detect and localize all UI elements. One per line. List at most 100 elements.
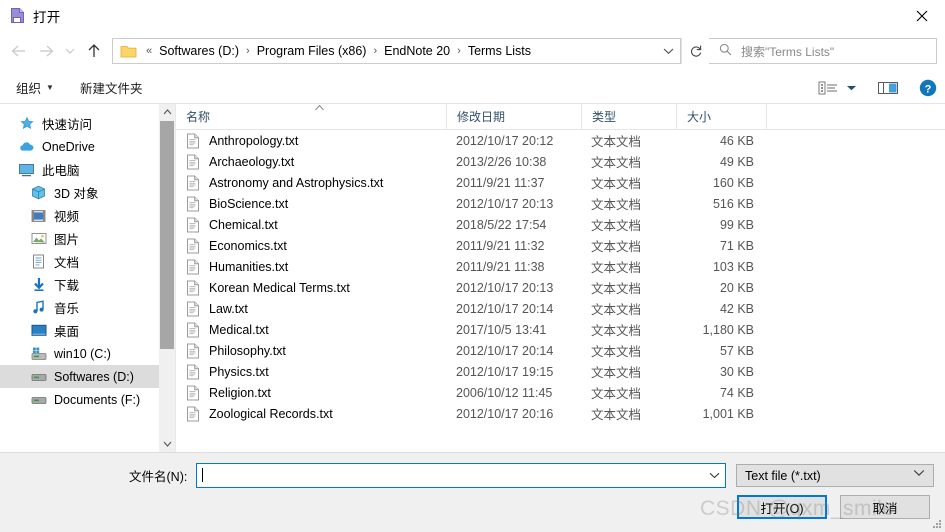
open-button[interactable]: 打开(O) [737,495,827,519]
preview-pane-icon[interactable] [877,80,899,96]
new-folder-button[interactable]: 新建文件夹 [74,78,149,97]
breadcrumb: Softwares (D:) › Program Files (x86) › E… [157,44,656,58]
view-options-icon[interactable] [818,80,840,96]
music-icon [30,300,47,316]
table-row[interactable]: Chemical.txt 2018/5/22 17:54 文本文档 99 KB [176,214,945,235]
sidebar-list: 快速访问 OneDrive 此电脑 3D 对象 视频 图片 文档 下载 音乐 桌… [0,104,175,411]
organize-menu-button[interactable]: 组织 ▼ [10,78,60,97]
file-type-cell: 文本文档 [591,366,642,380]
sidebar-item-onedrive[interactable]: OneDrive [0,135,175,158]
sidebar-item-label: 桌面 [54,325,80,339]
filename-label: 文件名(N): [129,469,188,484]
file-name-label: Law.txt [209,301,248,316]
sidebar-item-music[interactable]: 音乐 [0,296,175,319]
column-header-name[interactable]: 名称 [176,104,446,130]
file-name-label: Chemical.txt [209,217,278,232]
sidebar-scrollbar[interactable] [159,104,175,452]
breadcrumb-overflow[interactable]: « [141,45,157,57]
file-size-cell: 160 KB [712,175,754,190]
breadcrumb-separator[interactable]: › [241,45,255,57]
breadcrumb-separator[interactable]: › [452,45,466,57]
table-row[interactable]: Astronomy and Astrophysics.txt 2011/9/21 … [176,172,945,193]
sidebar-item-documents[interactable]: 文档 [0,250,175,273]
file-name-label: Zoological Records.txt [209,406,333,421]
table-row[interactable]: Economics.txt 2011/9/21 11:32 文本文档 71 KB [176,235,945,256]
up-button[interactable] [80,37,108,65]
pictures-icon [30,231,47,247]
file-name-cell: Medical.txt [176,322,446,338]
table-row[interactable]: Law.txt 2012/10/17 20:14 文本文档 42 KB [176,298,945,319]
file-type-cell: 文本文档 [591,324,642,338]
breadcrumb-separator[interactable]: › [368,45,382,57]
sidebar-item-win10-c[interactable]: win10 (C:) [0,342,175,365]
file-name-label: Humanities.txt [209,259,289,274]
sidebar-item-desktop[interactable]: 桌面 [0,319,175,342]
table-row[interactable]: Archaeology.txt 2013/2/26 10:38 文本文档 49 KB [176,151,945,172]
file-rows: Anthropology.txt 2012/10/17 20:12 文本文档 46 K… [176,130,945,424]
table-row[interactable]: Anthropology.txt 2012/10/17 20:12 文本文档 46 K… [176,130,945,151]
table-row[interactable]: Zoological Records.txt 2012/10/17 20:16 文本… [176,403,945,424]
sidebar-scrollbar-thumb[interactable] [160,121,174,349]
breadcrumb-item-2[interactable]: EndNote 20 [382,44,452,58]
sidebar-item-this-pc[interactable]: 此电脑 [0,158,175,181]
file-name-label: Economics.txt [209,238,287,253]
file-size-cell: 1,001 KB [702,406,754,421]
filename-dropdown-icon[interactable] [703,464,725,487]
file-list[interactable]: 名称 修改日期 类型 大小 Anthropology.txt 2012/10/17… [176,104,945,452]
forward-button[interactable] [32,37,60,65]
file-date-cell: 2012/10/17 20:13 [456,196,554,211]
table-row[interactable]: Korean Medical Terms.txt 2012/10/17 20:13… [176,277,945,298]
sidebar-item-label: 音乐 [54,302,80,316]
column-header-size[interactable]: 大小 [676,104,766,130]
sidebar-item-3d-objects[interactable]: 3D 对象 [0,181,175,204]
sidebar-item-videos[interactable]: 视频 [0,204,175,227]
sidebar-scrollbar-track[interactable] [159,120,175,436]
view-options-caret-icon[interactable] [846,84,857,92]
drive-icon [30,369,47,385]
breadcrumb-item-0[interactable]: Softwares (D:) [157,44,241,58]
search-box[interactable]: 搜索"Terms Lists" [709,38,937,64]
sidebar-item-downloads[interactable]: 下载 [0,273,175,296]
filename-input[interactable] [196,462,726,488]
breadcrumb-item-1[interactable]: Program Files (x86) [255,44,369,58]
table-row[interactable]: Religion.txt 2006/10/12 11:45 文本文档 74 KB [176,382,945,403]
sidebar-item-softwares-d[interactable]: Softwares (D:) [0,365,175,388]
organize-label: 组织 [16,81,42,96]
breadcrumb-item-3[interactable]: Terms Lists [466,44,533,58]
file-type-cell: 文本文档 [591,219,642,233]
recent-locations-button[interactable] [60,37,80,65]
help-icon[interactable]: ? [919,79,937,97]
sidebar-item-quick-access[interactable]: 快速访问 [0,112,175,135]
sidebar-item-label: win10 (C:) [54,346,111,361]
this-pc-icon [18,162,35,178]
system-drive-icon [30,346,47,362]
text-file-icon [186,217,200,233]
file-type-filter-select[interactable]: Text file (*.txt) [736,464,934,487]
scroll-down-arrow-icon[interactable] [159,436,175,452]
column-header-date[interactable]: 修改日期 [446,104,581,130]
file-name-cell: BioScience.txt [176,196,446,212]
file-size-cell: 71 KB [719,238,754,253]
file-date-cell: 2012/10/17 20:13 [456,280,554,295]
table-row[interactable]: Philosophy.txt 2012/10/17 20:14 文本文档 57 KB [176,340,945,361]
chevron-down-icon[interactable] [656,39,680,63]
file-type-cell: 文本文档 [591,303,642,317]
table-row[interactable]: Physics.txt 2012/10/17 19:15 文本文档 30 KB [176,361,945,382]
column-header-type[interactable]: 类型 [581,104,676,130]
search-input[interactable]: 搜索"Terms Lists" [741,43,834,60]
text-file-icon [186,301,200,317]
table-row[interactable]: Medical.txt 2017/10/5 13:41 文本文档 1,180 KB [176,319,945,340]
back-button[interactable] [4,37,32,65]
resize-grip-icon[interactable] [932,519,942,529]
scroll-up-arrow-icon[interactable] [159,104,175,120]
cancel-button[interactable]: 取消 [840,495,930,519]
sidebar-item-pictures[interactable]: 图片 [0,227,175,250]
file-name-label: Medical.txt [209,322,269,337]
refresh-button[interactable] [681,38,709,64]
table-row[interactable]: BioScience.txt 2012/10/17 20:13 文本文档 516 KB [176,193,945,214]
close-button[interactable] [899,0,945,31]
address-bar[interactable]: « Softwares (D:) › Program Files (x86) ›… [112,38,681,64]
sort-ascending-icon [314,104,325,113]
table-row[interactable]: Humanities.txt 2011/9/21 11:38 文本文档 103 KB [176,256,945,277]
sidebar-item-documents-f[interactable]: Documents (F:) [0,388,175,411]
